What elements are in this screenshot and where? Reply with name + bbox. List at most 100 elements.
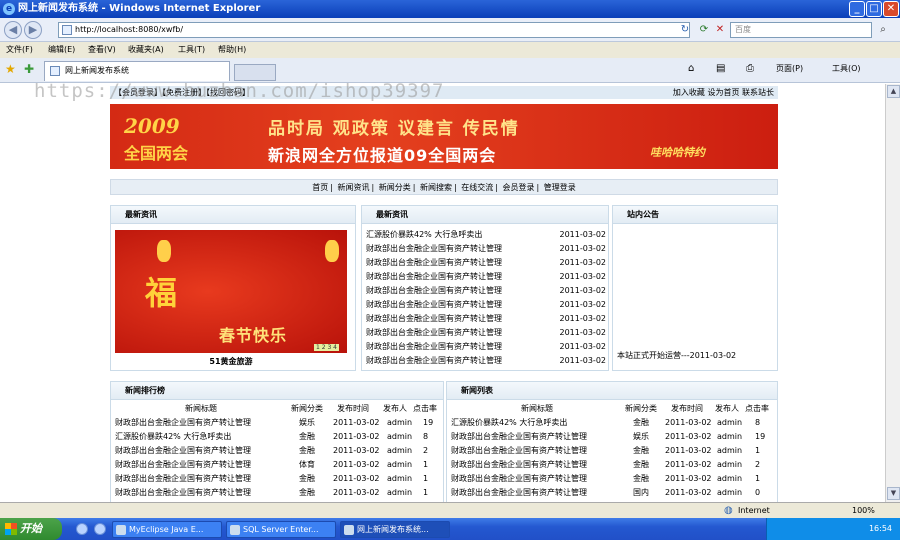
news-image[interactable]: 福 春节快乐 1 2 3 4 <box>115 230 347 353</box>
list-item[interactable]: 财政部出台金融企业国有资产转让管理 2011-03-02 <box>366 284 608 298</box>
cell-category: 娱乐 <box>299 418 315 427</box>
cell-title[interactable]: 财政部出台金融企业国有资产转让管理 <box>451 458 587 472</box>
image-pager[interactable]: 1 2 3 4 <box>314 344 339 351</box>
close-button[interactable]: ✕ <box>883 1 899 17</box>
cell-author: admin <box>387 488 413 497</box>
cell-title[interactable]: 财政部出台金融企业国有资产转让管理 <box>451 472 587 486</box>
table-row[interactable]: 财政部出台金融企业国有资产转让管理 金融 2011-03-02 admin 1 <box>111 486 443 500</box>
go-icon[interactable]: ↻ <box>678 22 692 37</box>
list-item[interactable]: 财政部出台金融企业国有资产转让管理 2011-03-02 <box>366 312 608 326</box>
zoom-level[interactable]: 100% <box>852 503 875 518</box>
feeds-icon[interactable]: ▤ <box>716 63 725 74</box>
cell-author: admin <box>387 460 413 469</box>
site-utility-links[interactable]: 加入收藏 设为首页 联系站长 <box>673 86 774 99</box>
table-row[interactable]: 财政部出台金融企业国有资产转让管理 国内 2011-03-02 admin 0 <box>447 486 777 500</box>
cell-title[interactable]: 汇源股价暴跌42% 大行急呼卖出 <box>451 416 567 430</box>
table-row[interactable]: 财政部出台金融企业国有资产转让管理 娱乐 2011-03-02 admin 19 <box>447 430 777 444</box>
nav-home[interactable]: 首页 <box>312 183 328 192</box>
list-item[interactable]: 汇源股价暴跌42% 大行急呼卖出 2011-03-02 <box>366 228 608 242</box>
nav-category[interactable]: 新闻分类 <box>379 183 411 192</box>
desktop-quicklaunch-icon[interactable] <box>94 523 106 535</box>
list-item[interactable]: 财政部出台金融企业国有资产转让管理 2011-03-02 <box>366 354 608 368</box>
favorites-star-icon[interactable]: ★ <box>5 62 16 76</box>
scroll-up-icon[interactable]: ▲ <box>887 85 900 98</box>
list-item[interactable]: 财政部出台金融企业国有资产转让管理 2011-03-02 <box>366 340 608 354</box>
table-row[interactable]: 财政部出台金融企业国有资产转让管理 金融 2011-03-02 admin 1 <box>111 472 443 486</box>
cell-title[interactable]: 财政部出台金融企业国有资产转让管理 <box>451 486 587 500</box>
sql-icon <box>230 525 240 535</box>
list-item[interactable]: 财政部出台金融企业国有资产转让管理 2011-03-02 <box>366 270 608 284</box>
item-title: 财政部出台金融企业国有资产转让管理 <box>366 286 502 295</box>
table-row[interactable]: 汇源股价暴跌42% 大行急呼卖出 金融 2011-03-02 admin 8 <box>111 430 443 444</box>
menu-help[interactable]: 帮助(H) <box>218 42 246 58</box>
taskbar-sqlserver[interactable]: SQL Server Enter... <box>226 521 336 538</box>
table-row[interactable]: 财政部出台金融企业国有资产转让管理 体育 2011-03-02 admin 1 <box>111 458 443 472</box>
cell-author: admin <box>387 432 413 441</box>
cell-author: admin <box>717 432 743 441</box>
cell-title[interactable]: 财政部出台金融企业国有资产转让管理 <box>115 458 251 472</box>
minimize-button[interactable]: _ <box>849 1 865 17</box>
list-item[interactable]: 财政部出台金融企业国有资产转让管理 2011-03-02 <box>366 298 608 312</box>
cell-date: 2011-03-02 <box>333 446 380 455</box>
banner-ad[interactable]: 2009 全国两会 品时局 观政策 议建言 传民情 新浪网全方位报道09全国两会… <box>110 104 778 169</box>
start-button[interactable]: 开始 <box>0 518 62 540</box>
list-item[interactable]: 财政部出台金融企业国有资产转让管理 2011-03-02 <box>366 326 608 340</box>
menu-file[interactable]: 文件(F) <box>6 42 33 58</box>
cell-title[interactable]: 财政部出台金融企业国有资产转让管理 <box>451 430 587 444</box>
cell-title[interactable]: 财政部出台金融企业国有资产转让管理 <box>115 472 251 486</box>
cell-date: 2011-03-02 <box>665 474 712 483</box>
menu-tools[interactable]: 工具(T) <box>178 42 205 58</box>
cell-title[interactable]: 财政部出台金融企业国有资产转让管理 <box>115 444 251 458</box>
image-spring-text: 春节快乐 <box>219 326 288 345</box>
stop-icon[interactable]: ✕ <box>713 22 727 37</box>
list-item[interactable]: 财政部出台金融企业国有资产转让管理 2011-03-02 <box>366 242 608 256</box>
ie-quicklaunch-icon[interactable] <box>76 523 88 535</box>
search-input[interactable]: 百度 <box>730 22 872 38</box>
notice-text[interactable]: 本站正式开始运营---2011-03-02 <box>617 350 736 361</box>
cell-clicks: 19 <box>755 432 766 441</box>
cell-category: 金融 <box>633 460 649 469</box>
vertical-scrollbar[interactable]: ▲ ▼ <box>885 84 900 502</box>
new-tab-button[interactable] <box>234 64 276 81</box>
search-icon[interactable]: ⌕ <box>876 22 890 37</box>
list-item[interactable]: 财政部出台金融企业国有资产转让管理 2011-03-02 <box>366 256 608 270</box>
maximize-button[interactable]: □ <box>866 1 882 17</box>
back-button[interactable]: ◀ <box>4 21 22 39</box>
nav-member-login[interactable]: 会员登录 <box>503 183 535 192</box>
table-row[interactable]: 财政部出台金融企业国有资产转让管理 娱乐 2011-03-02 admin 19 <box>111 416 443 430</box>
menu-favorites[interactable]: 收藏夹(A) <box>128 42 164 58</box>
table-row[interactable]: 财政部出台金融企业国有资产转让管理 金融 2011-03-02 admin 1 <box>447 472 777 486</box>
page-menu[interactable]: 页面(P) <box>776 63 803 74</box>
cell-title[interactable]: 财政部出台金融企业国有资产转让管理 <box>451 444 587 458</box>
taskbar-myeclipse[interactable]: MyEclipse Java E... <box>112 521 222 538</box>
image-caption[interactable]: 51黄金旅游 <box>111 356 351 367</box>
taskbar-ie[interactable]: 网上新闻发布系统... <box>340 521 450 538</box>
refresh-icon[interactable]: ⟳ <box>697 22 711 37</box>
print-icon[interactable]: ⎙ <box>746 63 754 74</box>
table-row[interactable]: 财政部出台金融企业国有资产转让管理 金融 2011-03-02 admin 2 <box>111 444 443 458</box>
page-viewport: 【会员登录】【免费注册】【找回密码】 加入收藏 设为首页 联系站长 2009 全… <box>0 84 885 502</box>
cell-date: 2011-03-02 <box>665 488 712 497</box>
nav-chat[interactable]: 在线交流 <box>461 183 493 192</box>
address-field[interactable]: http://localhost:8080/xwfb/ <box>58 22 690 38</box>
cell-author: admin <box>717 446 743 455</box>
menu-view[interactable]: 查看(V) <box>88 42 116 58</box>
clock[interactable]: 16:54 <box>869 518 892 540</box>
tab-active[interactable]: 网上新闻发布系统 <box>44 61 230 81</box>
item-title: 财政部出台金融企业国有资产转让管理 <box>366 272 502 281</box>
menu-edit[interactable]: 编辑(E) <box>48 42 75 58</box>
cell-title[interactable]: 汇源股价暴跌42% 大行急呼卖出 <box>115 430 231 444</box>
cell-title[interactable]: 财政部出台金融企业国有资产转让管理 <box>115 486 251 500</box>
home-icon[interactable]: ⌂ <box>688 63 694 74</box>
table-row[interactable]: 财政部出台金融企业国有资产转让管理 金融 2011-03-02 admin 1 <box>447 444 777 458</box>
nav-search[interactable]: 新闻搜索 <box>420 183 452 192</box>
tools-menu[interactable]: 工具(O) <box>832 63 861 74</box>
add-favorite-icon[interactable]: ✚ <box>24 62 34 76</box>
nav-news[interactable]: 新闻资讯 <box>338 183 370 192</box>
table-row[interactable]: 财政部出台金融企业国有资产转让管理 金融 2011-03-02 admin 2 <box>447 458 777 472</box>
nav-admin-login[interactable]: 管理登录 <box>544 183 576 192</box>
cell-title[interactable]: 财政部出台金融企业国有资产转让管理 <box>115 416 251 430</box>
table-row[interactable]: 汇源股价暴跌42% 大行急呼卖出 金融 2011-03-02 admin 8 <box>447 416 777 430</box>
forward-button[interactable]: ▶ <box>24 21 42 39</box>
scroll-down-icon[interactable]: ▼ <box>887 487 900 500</box>
